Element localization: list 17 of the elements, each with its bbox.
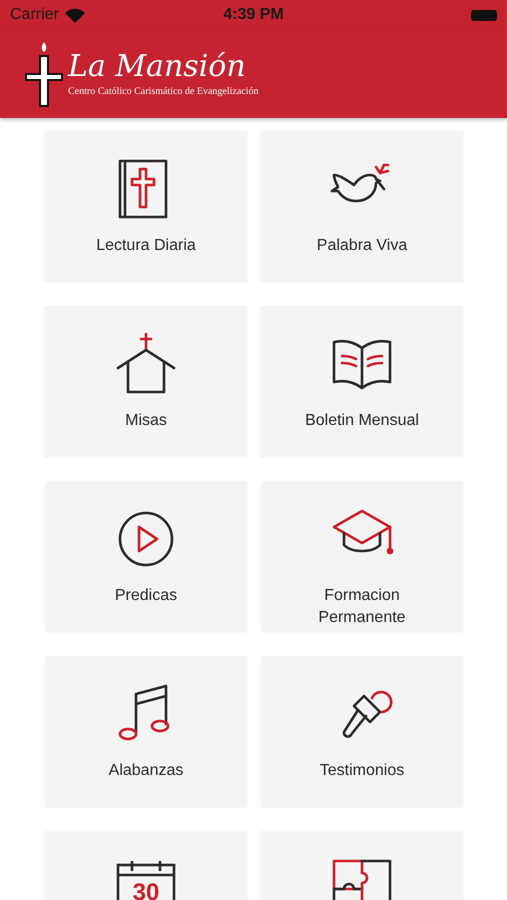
carrier-label: Carrier: [10, 6, 59, 24]
menu-tile[interactable]: Palabra Viva: [261, 131, 463, 281]
menu-tile[interactable]: Boletin Mensual: [261, 306, 463, 456]
menu-tile[interactable]: Formacion Permanente: [261, 481, 463, 631]
menu-tile[interactable]: Predicas: [45, 481, 247, 631]
menu-tile[interactable]: 30: [45, 831, 247, 900]
app-subtitle: Centro Católico Carismático de Evangelización: [68, 86, 258, 96]
menu-tile[interactable]: Misas: [45, 306, 247, 456]
menu-tile[interactable]: Alabanzas: [45, 656, 247, 806]
status-time: 4:39 PM: [223, 6, 284, 24]
menu-tile[interactable]: Lectura Diaria: [45, 131, 247, 281]
cross-logo-icon: [24, 40, 64, 108]
church-icon: [114, 332, 178, 396]
app-title: La Mansión: [68, 52, 247, 82]
battery-icon: [471, 10, 497, 20]
wifi-icon: [64, 8, 85, 22]
menu-tile[interactable]: Testimonios: [261, 656, 463, 806]
